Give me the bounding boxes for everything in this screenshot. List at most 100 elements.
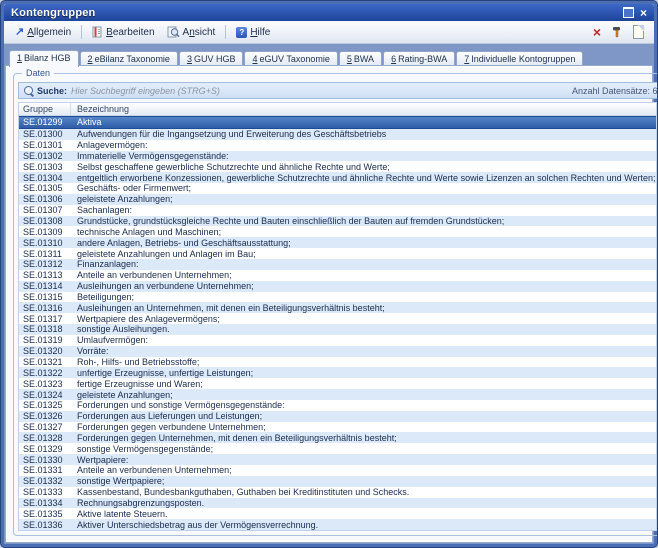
tab-guv-hgb[interactable]: 3GUV HGB (179, 51, 244, 66)
close-icon[interactable]: × (640, 8, 647, 18)
row-gruppe: SE.01326 (19, 411, 71, 421)
table-row[interactable]: SE.01300 Aufwendungen für die Ingangsetz… (19, 129, 656, 140)
row-gruppe: SE.01327 (19, 422, 71, 432)
help-icon: ? (236, 27, 247, 38)
table-row[interactable]: SE.01330 Wertpapiere: (19, 454, 656, 465)
column-header-gruppe[interactable]: Gruppe (19, 103, 71, 115)
table-row[interactable]: SE.01310 andere Anlagen, Betriebs- und G… (19, 237, 656, 248)
menu-bearbeiten[interactable]: Bearbeiten (87, 24, 159, 40)
row-bezeichnung: Geschäfts- oder Firmenwert; (71, 183, 656, 193)
table-row[interactable]: SE.01311 geleistete Anzahlungen und Anla… (19, 248, 656, 259)
table-row[interactable]: SE.01318 sonstige Ausleihungen. (19, 324, 656, 335)
table-row[interactable]: SE.01326 Forderungen aus Lieferungen und… (19, 411, 656, 422)
grid-area: Gruppe Bezeichnung SE.01299 Aktiva SE.01… (18, 102, 658, 531)
table-row[interactable]: SE.01302 Immaterielle Vermögensgegenstän… (19, 151, 656, 162)
table-row[interactable]: SE.01335 Aktive latente Steuern. (19, 508, 656, 519)
row-bezeichnung: Vorräte: (71, 346, 656, 356)
table-row[interactable]: SE.01322 unfertige Erzeugnisse, unfertig… (19, 367, 656, 378)
row-gruppe: SE.01336 (19, 520, 71, 530)
table-row[interactable]: SE.01334 Rechnungsabgrenzungsposten. (19, 498, 656, 509)
table-row[interactable]: SE.01328 Forderungen gegen Unternehmen, … (19, 432, 656, 443)
row-bezeichnung: Grundstücke, grundstücksgleiche Rechte u… (71, 216, 656, 226)
tab-bwa[interactable]: 5BWA (339, 51, 382, 66)
row-bezeichnung: sonstige Wertpapiere; (71, 476, 656, 486)
row-bezeichnung: Anteile an verbundenen Unternehmen; (71, 465, 656, 475)
table-row[interactable]: SE.01321 Roh-, Hilfs- und Betriebsstoffe… (19, 357, 656, 368)
table-row[interactable]: SE.01333 Kassenbestand, Bundesbankguthab… (19, 487, 656, 498)
restore-icon[interactable] (623, 7, 634, 18)
row-gruppe: SE.01309 (19, 227, 71, 237)
groupbox-label: Daten (22, 68, 54, 78)
row-bezeichnung: Aufwendungen für die Ingangsetzung und E… (71, 129, 656, 139)
titlebar: Kontengruppen × (4, 4, 654, 21)
table-row[interactable]: SE.01306 geleistete Anzahlungen; (19, 194, 656, 205)
tab-bilanz-hgb[interactable]: 1Bilanz HGB (9, 50, 79, 67)
row-gruppe: SE.01334 (19, 498, 71, 508)
content-panel: Daten Suche: Anzahl Datensätze: 677 Grup… (6, 66, 652, 542)
hammer-icon[interactable] (611, 26, 623, 38)
row-gruppe: SE.01299 (19, 117, 71, 127)
row-bezeichnung: Ausleihungen an verbundene Unternehmen; (71, 281, 656, 291)
row-bezeichnung: technische Anlagen und Maschinen; (71, 227, 656, 237)
table-row[interactable]: SE.01314 Ausleihungen an verbundene Unte… (19, 281, 656, 292)
row-gruppe: SE.01302 (19, 151, 71, 161)
table-row[interactable]: SE.01313 Anteile an verbundenen Unterneh… (19, 270, 656, 281)
tab-eguv-taxonomie[interactable]: 4eGUV Taxonomie (244, 51, 337, 66)
table-row[interactable]: SE.01307 Sachanlagen: (19, 205, 656, 216)
row-gruppe: SE.01305 (19, 183, 71, 193)
delete-icon[interactable]: × (593, 26, 601, 38)
table-row[interactable]: SE.01317 Wertpapiere des Anlagevermögens… (19, 313, 656, 324)
menu-ansicht[interactable]: Ansicht (162, 24, 221, 40)
table-row[interactable]: SE.01332 sonstige Wertpapiere; (19, 476, 656, 487)
search-input[interactable] (71, 86, 568, 96)
table-row[interactable]: SE.01327 Forderungen gegen verbundene Un… (19, 422, 656, 433)
row-bezeichnung: Aktive latente Steuern. (71, 509, 656, 519)
menu-ansicht-label: Ansicht (183, 27, 216, 38)
tab-rating-bwa[interactable]: 6Rating-BWA (383, 51, 455, 66)
row-bezeichnung: Anlagevermögen: (71, 140, 656, 150)
table-row[interactable]: SE.01316 Ausleihungen an Unternehmen, mi… (19, 302, 656, 313)
row-bezeichnung: Umlaufvermögen: (71, 335, 656, 345)
table-row[interactable]: SE.01320 Vorräte: (19, 346, 656, 357)
row-gruppe: SE.01307 (19, 205, 71, 215)
table-row[interactable]: SE.01319 Umlaufvermögen: (19, 335, 656, 346)
row-bezeichnung: Kassenbestand, Bundesbankguthaben, Gutha… (71, 487, 656, 497)
table-row[interactable]: SE.01336 Aktiver Unterschiedsbetrag aus … (19, 519, 656, 530)
menu-allgemein[interactable]: ↗ Allgemein (10, 25, 76, 40)
table-row[interactable]: SE.01304 entgeltlich erworbene Konzessio… (19, 172, 656, 183)
row-gruppe: SE.01330 (19, 455, 71, 465)
table-row[interactable]: SE.01324 geleistete Anzahlungen; (19, 389, 656, 400)
table-row[interactable]: SE.01315 Beteiligungen; (19, 292, 656, 303)
table-row[interactable]: SE.01325 Forderungen und sonstige Vermög… (19, 400, 656, 411)
row-gruppe: SE.01321 (19, 357, 71, 367)
row-bezeichnung: Beteiligungen; (71, 292, 656, 302)
row-bezeichnung: Ausleihungen an Unternehmen, mit denen e… (71, 303, 656, 313)
tab-individuelle-kontogruppen[interactable]: 7Individuelle Kontogruppen (456, 51, 583, 66)
row-bezeichnung: Wertpapiere: (71, 455, 656, 465)
row-bezeichnung: unfertige Erzeugnisse, unfertige Leistun… (71, 368, 656, 378)
row-bezeichnung: Aktiver Unterschiedsbetrag aus der Vermö… (71, 520, 656, 530)
table-row[interactable]: SE.01309 technische Anlagen und Maschine… (19, 226, 656, 237)
table-row[interactable]: SE.01312 Finanzanlagen: (19, 259, 656, 270)
table-row[interactable]: SE.01323 fertige Erzeugnisse und Waren; (19, 378, 656, 389)
table-row[interactable]: SE.01329 sonstige Vermögensgegenstände; (19, 443, 656, 454)
table-row[interactable]: SE.01331 Anteile an verbundenen Unterneh… (19, 465, 656, 476)
new-document-icon[interactable] (633, 25, 644, 39)
row-gruppe: SE.01314 (19, 281, 71, 291)
table-body: SE.01299 Aktiva SE.01300 Aufwendungen fü… (19, 116, 656, 530)
menu-hilfe[interactable]: ? Hilfe (231, 25, 275, 40)
row-bezeichnung: geleistete Anzahlungen; (71, 194, 656, 204)
row-bezeichnung: sonstige Ausleihungen. (71, 324, 656, 334)
row-bezeichnung: andere Anlagen, Betriebs- und Geschäftsa… (71, 238, 656, 248)
table-row[interactable]: SE.01299 Aktiva (19, 116, 656, 129)
table-row[interactable]: SE.01303 Selbst geschaffene gewerbliche … (19, 161, 656, 172)
row-gruppe: SE.01333 (19, 487, 71, 497)
table-row[interactable]: SE.01301 Anlagevermögen: (19, 140, 656, 151)
table-row[interactable]: SE.01305 Geschäfts- oder Firmenwert; (19, 183, 656, 194)
column-header-bezeichnung[interactable]: Bezeichnung (71, 103, 656, 115)
menu-bearbeiten-label: Bearbeiten (106, 27, 154, 38)
table-row[interactable]: SE.01308 Grundstücke, grundstücksgleiche… (19, 216, 656, 227)
row-gruppe: SE.01323 (19, 379, 71, 389)
tab-ebilanz-taxonomie[interactable]: 2eBilanz Taxonomie (80, 51, 178, 66)
row-bezeichnung: Aktiva (71, 117, 656, 127)
